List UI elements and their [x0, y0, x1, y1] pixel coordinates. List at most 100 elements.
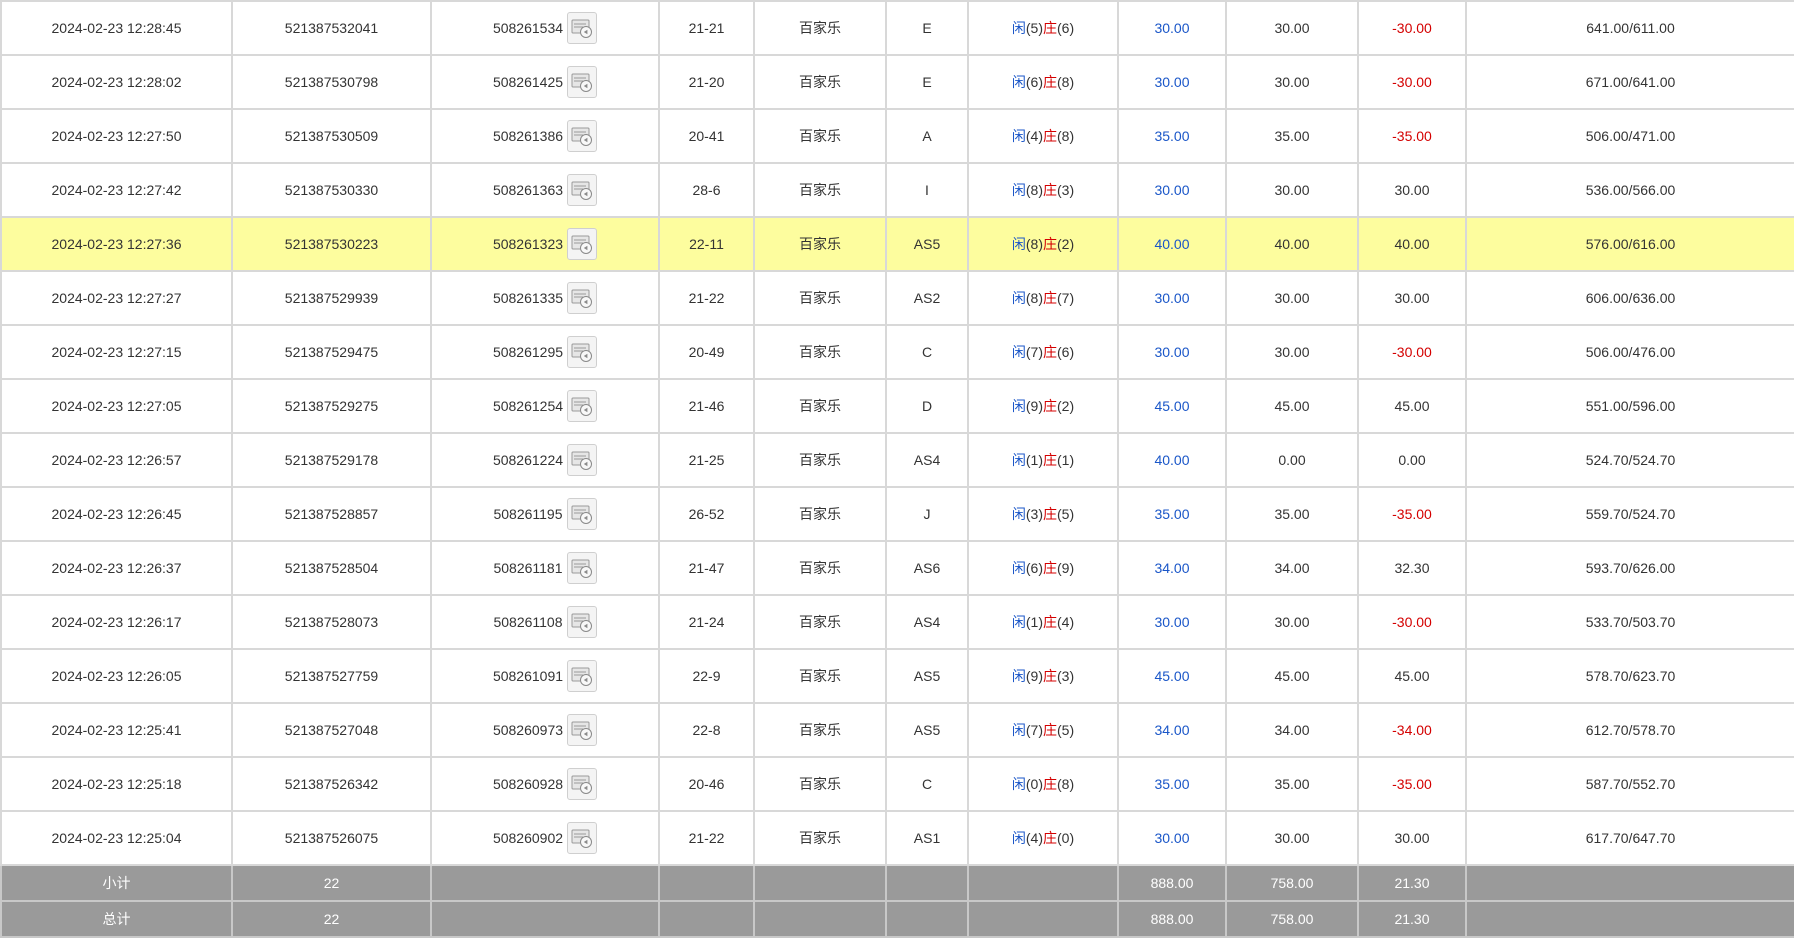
table-row[interactable]: 2024-02-23 12:26:17 521387528073 508261108…: [0, 594, 1794, 650]
video-replay-icon[interactable]: [567, 822, 598, 854]
table-row[interactable]: 2024-02-23 12:25:04 521387526075 508260902…: [0, 810, 1794, 866]
table-row[interactable]: 2024-02-23 12:28:45 521387532041 508261534…: [0, 0, 1794, 56]
table-row[interactable]: 2024-02-23 12:27:42 521387530330 508261363…: [0, 162, 1794, 218]
balance-before-after: 587.70/552.70: [1465, 756, 1794, 812]
valid-amount: 45.00: [1225, 378, 1359, 434]
video-replay-icon[interactable]: [567, 444, 598, 476]
banker-score: 0: [1061, 830, 1070, 846]
table-row[interactable]: 2024-02-23 12:26:05 521387527759 508261091…: [0, 648, 1794, 704]
valid-amount: 40.00: [1225, 216, 1359, 272]
order-number: 521387526075: [231, 810, 432, 866]
video-replay-icon[interactable]: [567, 120, 598, 152]
video-replay-icon[interactable]: [567, 336, 598, 368]
order-number: 521387527048: [231, 702, 432, 758]
result-cell: 闲(7)庄(6): [967, 324, 1119, 380]
video-replay-icon[interactable]: [567, 174, 598, 206]
order-number: 521387529475: [231, 324, 432, 380]
video-replay-icon[interactable]: [567, 228, 598, 260]
balance-before-after: 559.70/524.70: [1465, 486, 1794, 542]
table-number: 21-22: [658, 810, 755, 866]
order-number: 521387530509: [231, 108, 432, 164]
banker-label: 庄: [1043, 74, 1057, 90]
result-cell: 闲(1)庄(4): [967, 594, 1119, 650]
banker-score: 2: [1061, 398, 1070, 414]
bet-amount: 30.00: [1117, 594, 1227, 650]
table-row[interactable]: 2024-02-23 12:26:45 521387528857 508261195…: [0, 486, 1794, 542]
player-score: 0: [1030, 776, 1039, 792]
valid-amount: 35.00: [1225, 756, 1359, 812]
video-replay-icon[interactable]: [567, 12, 598, 44]
player-label: 闲: [1011, 614, 1026, 630]
table-row[interactable]: 2024-02-23 12:26:37 521387528504 508261181…: [0, 540, 1794, 596]
table-row[interactable]: 2024-02-23 12:27:27 521387529939 508261335…: [0, 270, 1794, 326]
win-loss: -35.00: [1357, 756, 1467, 812]
banker-label: 庄: [1043, 128, 1057, 144]
video-replay-icon[interactable]: [566, 498, 597, 530]
bet-type: C: [885, 756, 969, 812]
video-replay-icon[interactable]: [566, 552, 597, 584]
bet-type: AS5: [885, 648, 969, 704]
bet-time: 2024-02-23 12:27:50: [0, 108, 233, 164]
table-row[interactable]: 2024-02-23 12:25:18 521387526342 508260928…: [0, 756, 1794, 812]
video-replay-icon[interactable]: [567, 390, 598, 422]
banker-score: 3: [1061, 182, 1070, 198]
video-replay-icon[interactable]: [567, 660, 598, 692]
balance-before-after: 578.70/623.70: [1465, 648, 1794, 704]
banker-label: 庄: [1043, 830, 1057, 846]
bet-type: AS4: [885, 432, 969, 488]
video-replay-icon[interactable]: [567, 66, 598, 98]
order-number: 521387528504: [231, 540, 432, 596]
game-number: 508261363: [492, 182, 564, 198]
game-number: 508261254: [492, 398, 564, 414]
table-row[interactable]: 2024-02-23 12:28:02 521387530798 508261425…: [0, 54, 1794, 110]
game-number-cell: 508261224: [430, 432, 660, 488]
video-replay-icon[interactable]: [566, 606, 597, 638]
game-type: 百家乐: [753, 0, 887, 56]
balance-before-after: 671.00/641.00: [1465, 54, 1794, 110]
win-loss: -35.00: [1357, 108, 1467, 164]
bet-type: E: [885, 0, 969, 56]
table-number: 20-41: [658, 108, 755, 164]
game-number-cell: 508261181: [430, 540, 660, 596]
table-row[interactable]: 2024-02-23 12:27:36 521387530223 508261323…: [0, 216, 1794, 272]
table-row[interactable]: 2024-02-23 12:26:57 521387529178 508261224…: [0, 432, 1794, 488]
player-score: 4: [1030, 830, 1039, 846]
player-label: 闲: [1011, 506, 1026, 522]
table-row[interactable]: 2024-02-23 12:27:50 521387530509 508261386…: [0, 108, 1794, 164]
player-score: 6: [1030, 560, 1039, 576]
table-row[interactable]: 2024-02-23 12:25:41 521387527048 508260973…: [0, 702, 1794, 758]
bet-type: AS4: [885, 594, 969, 650]
banker-label: 庄: [1043, 236, 1057, 252]
order-number: 521387529939: [231, 270, 432, 326]
total-label: 总计: [0, 900, 233, 938]
video-replay-icon[interactable]: [567, 768, 598, 800]
balance-before-after: 576.00/616.00: [1465, 216, 1794, 272]
video-replay-icon[interactable]: [567, 282, 598, 314]
table-row[interactable]: 2024-02-23 12:27:15 521387529475 508261295…: [0, 324, 1794, 380]
balance-before-after: 617.70/647.70: [1465, 810, 1794, 866]
valid-amount: 30.00: [1225, 162, 1359, 218]
table-number: 20-46: [658, 756, 755, 812]
video-replay-icon[interactable]: [567, 714, 598, 746]
bet-time: 2024-02-23 12:25:04: [0, 810, 233, 866]
player-score: 1: [1030, 452, 1039, 468]
game-number-cell: 508260902: [430, 810, 660, 866]
result-cell: 闲(4)庄(8): [967, 108, 1119, 164]
valid-amount: 30.00: [1225, 324, 1359, 380]
valid-amount: 45.00: [1225, 648, 1359, 704]
table-number: 21-21: [658, 0, 755, 56]
result-cell: 闲(8)庄(3): [967, 162, 1119, 218]
total-row: 总计 22 888.00 758.00 21.30: [0, 900, 1794, 938]
game-type: 百家乐: [753, 162, 887, 218]
bet-type: AS1: [885, 810, 969, 866]
bet-time: 2024-02-23 12:26:45: [0, 486, 233, 542]
balance-before-after: 536.00/566.00: [1465, 162, 1794, 218]
game-number: 508261386: [492, 128, 564, 144]
table-row[interactable]: 2024-02-23 12:27:05 521387529275 508261254…: [0, 378, 1794, 434]
game-number: 508261108: [493, 614, 563, 630]
win-loss: -34.00: [1357, 702, 1467, 758]
table-number: 22-9: [658, 648, 755, 704]
result-cell: 闲(6)庄(9): [967, 540, 1119, 596]
win-loss: 32.30: [1357, 540, 1467, 596]
game-type: 百家乐: [753, 594, 887, 650]
